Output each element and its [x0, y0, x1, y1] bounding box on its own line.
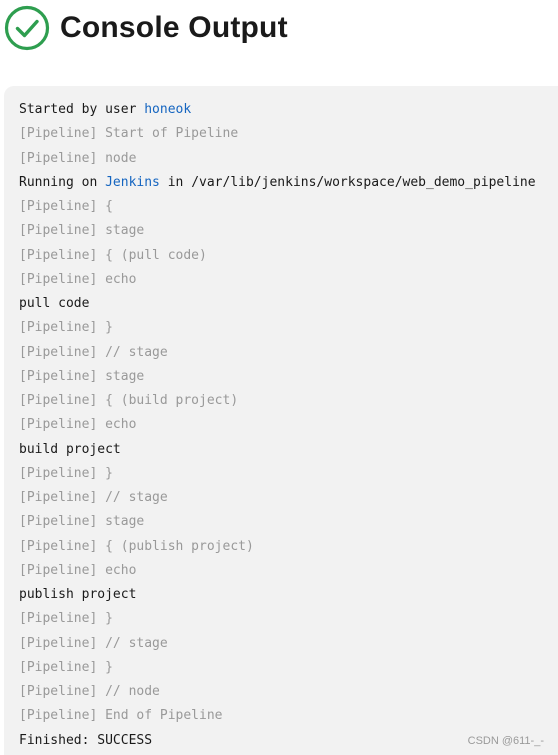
page-title: Console Output: [60, 11, 288, 44]
console-line: [Pipeline] stage: [19, 368, 145, 384]
console-line: [Pipeline] }: [19, 320, 113, 336]
console-line: build project: [19, 441, 121, 457]
console-line: [Pipeline] }: [19, 659, 113, 675]
console-line: [Pipeline] echo: [19, 417, 137, 433]
console-line: [Pipeline] echo: [19, 271, 137, 287]
console-line: [Pipeline] node: [19, 150, 137, 166]
node-link[interactable]: Jenkins: [105, 175, 160, 190]
console-line: [Pipeline] { (publish project): [19, 538, 254, 554]
console-line: pull code: [19, 296, 90, 311]
console-line: publish project: [19, 587, 137, 602]
console-line: [Pipeline] stage: [19, 223, 145, 239]
console-line: [Pipeline] // node: [19, 684, 160, 699]
running-prefix: Running on: [19, 174, 106, 190]
success-check-circle-icon: [4, 5, 50, 51]
console-line: [Pipeline] { (pull code): [19, 247, 207, 263]
console-line: [Pipeline] { (build project): [19, 393, 239, 408]
console-line: [Pipeline] Start of Pipeline: [19, 126, 239, 142]
console-line: [Pipeline] stage: [19, 514, 145, 530]
console-line: [Pipeline] // stage: [19, 635, 168, 651]
console-output: Started by user honeok [Pipeline] Start …: [4, 86, 558, 755]
console-line: [Pipeline] {: [19, 199, 113, 214]
console-line: [Pipeline] echo: [19, 562, 137, 578]
started-prefix: Started by user: [19, 102, 145, 117]
console-line-started: Started by user honeok: [19, 98, 558, 122]
running-suffix: in /var/lib/jenkins/workspace/web_demo_p…: [159, 174, 536, 190]
watermark: CSDN @611-_-: [467, 735, 544, 747]
console-line: [Pipeline] // stage: [19, 490, 168, 505]
console-line: [Pipeline] End of Pipeline: [19, 708, 223, 724]
console-line-running: Running on Jenkins in /var/lib/jenkins/w…: [19, 171, 558, 195]
console-line: [Pipeline] // stage: [19, 344, 168, 360]
user-link[interactable]: honeok: [144, 102, 191, 117]
console-line: [Pipeline] }: [19, 465, 113, 481]
console-line: [Pipeline] }: [19, 611, 113, 627]
page-header: Console Output: [4, 4, 288, 52]
